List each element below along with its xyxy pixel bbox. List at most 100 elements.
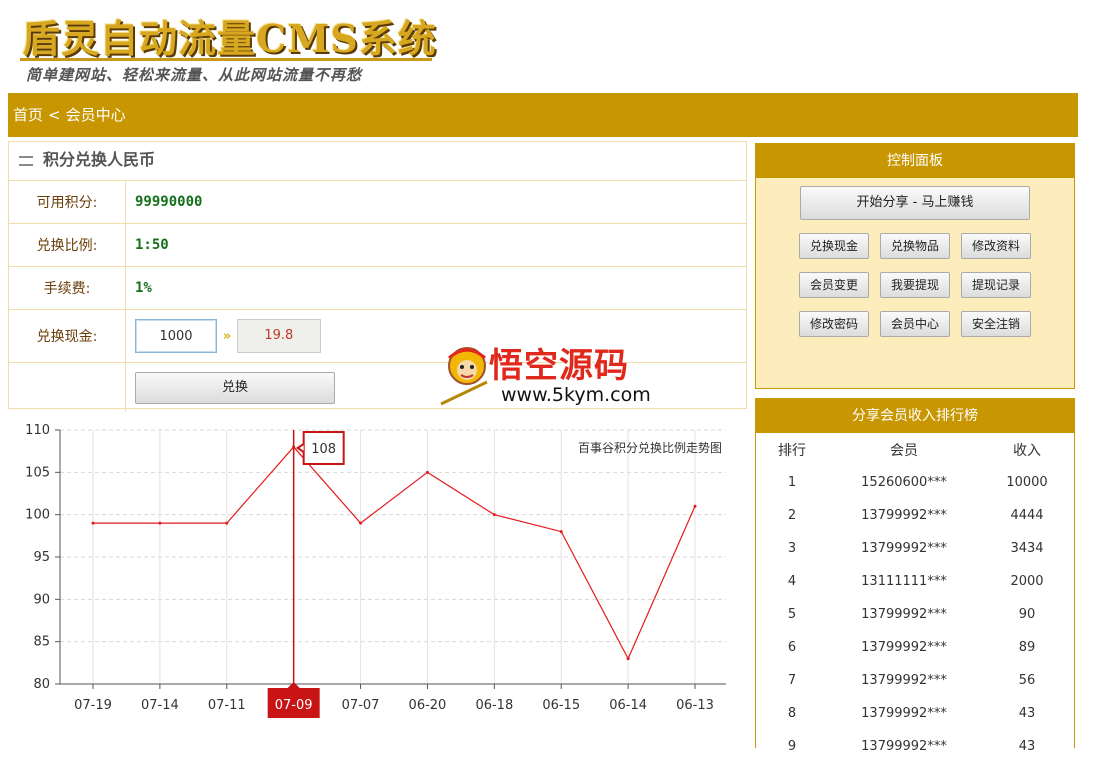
rank-cell: 1	[787, 475, 797, 490]
x-tick-label: 06-15	[542, 698, 580, 713]
trend-chart: 80 85 90 95 100 105 110 07-19 07-14 07-11 07-09 07…	[8, 418, 748, 748]
points-row: 可用积分: 99990000	[9, 181, 746, 224]
x-tick-label: 06-13	[676, 698, 714, 713]
data-point	[626, 657, 630, 661]
logo-slogan: 简单建网站、轻松来流量、从此网站流量不再愁	[26, 66, 363, 84]
start-share-button[interactable]: 开始分享 - 马上赚钱	[800, 186, 1030, 220]
rank-cell: 7	[787, 673, 797, 688]
income-cell: 90	[1018, 607, 1036, 622]
income-cell: 56	[1018, 673, 1036, 688]
member-cell: 13799992***	[861, 739, 947, 754]
fee-label: 手续费:	[9, 267, 126, 309]
series-line	[93, 446, 696, 660]
control-panel-title: 控制面板	[756, 144, 1074, 178]
submit-cell: 兑换	[126, 363, 335, 412]
table-row: 9 13799992*** 43	[756, 730, 1074, 763]
rank-cell: 2	[787, 508, 797, 523]
arrow-icon: »	[223, 328, 231, 344]
rank-cell: 4	[787, 574, 797, 589]
y-tick-label: 100	[25, 508, 50, 523]
y-tick-label: 85	[33, 635, 50, 650]
cash-label: 兑换现金:	[9, 310, 126, 362]
member-cell: 15260600***	[861, 475, 947, 490]
fee-row: 手续费: 1%	[9, 267, 746, 310]
data-point	[425, 470, 429, 474]
rank-cell: 6	[787, 640, 797, 655]
income-cell: 10000	[1006, 475, 1048, 490]
col-member: 会员	[890, 443, 918, 459]
table-row: 1 15260600*** 10000	[756, 466, 1074, 499]
income-cell: 43	[1018, 706, 1036, 721]
member-change-button[interactable]: 会员变更	[799, 272, 869, 298]
rank-cell: 9	[787, 739, 797, 754]
table-row: 6 13799992*** 89	[756, 631, 1074, 664]
table-row: 3 13799992*** 3434	[756, 532, 1074, 565]
tooltip-pointer	[295, 443, 305, 453]
x-tick-label: 07-09	[275, 698, 313, 713]
y-tick-label: 110	[25, 423, 50, 438]
rank-cell: 3	[787, 541, 797, 556]
cash-result-field: 19.8	[236, 319, 321, 353]
chart-title: 百事谷积分兑换比例走势图	[578, 441, 722, 455]
member-cell: 13799992***	[861, 706, 947, 721]
x-tick-label: 07-19	[74, 698, 112, 713]
x-tick-label: 07-11	[208, 698, 246, 713]
exchange-panel-header: 积分兑换人民币	[9, 142, 746, 181]
x-tick-label: 07-07	[342, 698, 380, 713]
breadcrumb-home-link[interactable]: 首页	[13, 93, 43, 137]
withdraw-button[interactable]: 我要提现	[880, 272, 950, 298]
ratio-value: 1:50	[135, 237, 169, 253]
table-row: 2 13799992*** 4444	[756, 499, 1074, 532]
edit-profile-button[interactable]: 修改资料	[961, 233, 1031, 259]
income-cell: 89	[1018, 640, 1036, 655]
site-logo[interactable]: 盾灵自动流量CMS系统 简单建网站、轻松来流量、从此网站流量不再愁	[18, 8, 438, 84]
income-cell: 3434	[1010, 541, 1044, 556]
logo-title: 盾灵自动流量CMS系统	[22, 16, 437, 61]
cash-controls: » 19.8	[126, 310, 321, 362]
member-center-button[interactable]: 会员中心	[880, 311, 950, 337]
table-row: 7 13799992*** 56	[756, 664, 1074, 697]
menu-lines-icon	[19, 155, 33, 166]
table-row: 8 13799992*** 43	[756, 697, 1074, 730]
submit-row-label	[9, 363, 126, 412]
exchange-button[interactable]: 兑换	[135, 371, 335, 404]
rank-cell: 8	[787, 706, 797, 721]
col-rank: 排行	[778, 443, 806, 459]
exchange-cash-button[interactable]: 兑换现金	[799, 233, 869, 259]
data-point	[693, 504, 697, 508]
control-panel: 控制面板 开始分享 - 马上赚钱 兑换现金 兑换物品 修改资料 会员变更 我要提…	[755, 143, 1075, 389]
y-tick-label: 90	[33, 592, 50, 607]
change-password-button[interactable]: 修改密码	[799, 311, 869, 337]
withdraw-records-button[interactable]: 提现记录	[961, 272, 1031, 298]
member-cell: 13799992***	[861, 673, 947, 688]
rank-cell: 5	[787, 607, 797, 622]
x-tick-label: 06-14	[609, 698, 647, 713]
points-label: 可用积分:	[9, 181, 126, 223]
member-cell: 13799992***	[861, 607, 947, 622]
data-point	[492, 513, 496, 517]
ratio-label: 兑换比例:	[9, 224, 126, 266]
ratio-row: 兑换比例: 1:50	[9, 224, 746, 267]
breadcrumb: 首页 < 会员中心	[8, 93, 1078, 137]
data-point	[158, 521, 162, 525]
points-value: 99990000	[135, 194, 203, 210]
member-cell: 13799992***	[861, 640, 947, 655]
col-income: 收入	[1013, 443, 1041, 459]
ranking-table: 排行 会员 收入 1 15260600*** 10000 2 13799992*** 4…	[756, 433, 1074, 763]
income-cell: 43	[1018, 739, 1036, 754]
cash-amount-input[interactable]	[135, 319, 217, 353]
logout-button[interactable]: 安全注销	[961, 311, 1031, 337]
fee-value: 1%	[135, 280, 152, 296]
member-cell: 13799992***	[861, 541, 947, 556]
table-row: 4 13111111*** 2000	[756, 565, 1074, 598]
income-cell: 2000	[1010, 574, 1044, 589]
y-tick-label: 105	[25, 465, 50, 480]
trend-chart-svg: 80 85 90 95 100 105 110 07-19 07-14 07-11 07-09 07…	[25, 423, 726, 718]
watermark-url: www.5kym.com	[501, 384, 651, 406]
ranking-header-row: 排行 会员 收入	[756, 433, 1074, 466]
breadcrumb-current[interactable]: 会员中心	[66, 93, 126, 137]
exchange-goods-button[interactable]: 兑换物品	[880, 233, 950, 259]
breadcrumb-separator: <	[48, 106, 61, 124]
data-point	[559, 530, 563, 534]
table-row: 5 13799992*** 90	[756, 598, 1074, 631]
